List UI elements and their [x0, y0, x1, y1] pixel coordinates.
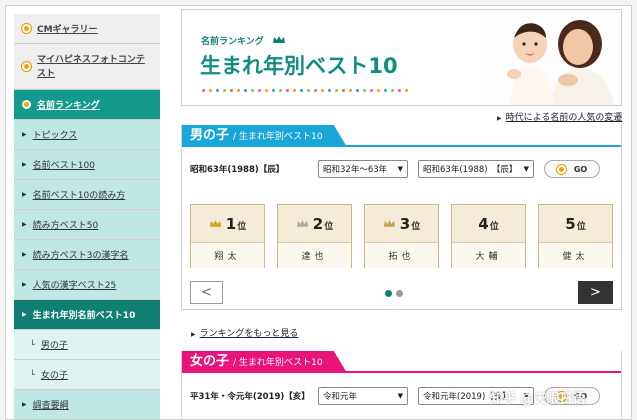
sidebar-item-best10-reading[interactable]: ▶ 名前ベスト10の読み方 [14, 180, 160, 210]
rank-name: 翔太 [191, 243, 264, 268]
banner-subtitle: 名前ランキング [201, 34, 286, 47]
corner-icon: └ [30, 370, 35, 379]
gold-crown-icon [209, 220, 221, 227]
rank-card[interactable]: 2位 達也 [277, 204, 352, 268]
more-ranking-link[interactable]: ▶ ランキングをもっと見る [191, 326, 298, 339]
carousel-pager [385, 290, 403, 297]
boy-ranking-section: 男の子 / 生まれ年別ベスト10 昭和63年(1988)【辰】 昭和32年～63… [181, 125, 622, 310]
hero-banner: 名前ランキング 生まれ年別ベスト10 [181, 9, 622, 106]
sidebar-item-topics[interactable]: ▶ トピックス [14, 120, 160, 150]
decorative-dots [202, 89, 408, 92]
page-frame: CMギャラリー マイハピネスフォトコンテスト 名前ランキング ▶ トピックス ▶… [5, 5, 632, 420]
sidebar-item-reading-best3-kanji[interactable]: ▶ 読み方ベスト3の漢字名 [14, 240, 160, 270]
bullet-icon [22, 62, 31, 71]
rank-name: 達也 [278, 243, 351, 268]
crown-icon [272, 36, 285, 43]
boy-era-select[interactable]: 昭和32年～63年 ▼ [318, 160, 408, 178]
sidebar: CMギャラリー マイハピネスフォトコンテスト 名前ランキング ▶ トピックス ▶… [14, 14, 160, 419]
next-arrow-button[interactable]: > [578, 281, 613, 304]
triangle-right-icon: ▶ [497, 115, 502, 122]
chevron-left-icon: < [201, 285, 212, 300]
rank-card[interactable]: 4位 大輔 [451, 204, 526, 268]
sidebar-item-survey[interactable]: ▶ 調査要綱 [14, 390, 160, 419]
main-content: 名前ランキング 生まれ年別ベスト10 ▶ 時代による名前の人気の変遷 男の子 /… [181, 6, 628, 419]
bronze-crown-icon [383, 220, 395, 227]
triangle-right-icon: ▶ [22, 131, 27, 138]
sidebar-item-best100[interactable]: ▶ 名前ベスト100 [14, 150, 160, 180]
pager-dot-active[interactable] [385, 290, 392, 297]
sidebar-item-photo-contest[interactable]: マイハピネスフォトコンテスト [14, 44, 160, 90]
sidebar-item-boy[interactable]: └ 男の子 [14, 330, 160, 360]
bullet-icon [556, 164, 566, 174]
triangle-right-icon: ▶ [22, 251, 27, 258]
girl-ranking-section: 女の子 / 生まれ年別ベスト10 平31年・令元年(2019)【亥】 令和元年 … [181, 351, 622, 419]
triangle-right-icon: ▶ [22, 401, 27, 408]
banner-title: 生まれ年別ベスト10 [200, 54, 398, 78]
triangle-right-icon: ▶ [22, 161, 27, 168]
era-trend-link[interactable]: ▶ 時代による名前の人気の変遷 [497, 110, 622, 123]
triangle-right-icon: ▶ [191, 331, 196, 338]
rank-card[interactable]: 3位 拓也 [364, 204, 439, 268]
sidebar-item-kanji-best25[interactable]: ▶ 人気の漢字ベスト25 [14, 270, 160, 300]
rank-name: 大輔 [452, 243, 525, 268]
watermark: 知乎 @天眼日语 [490, 392, 586, 407]
sidebar-item-girl[interactable]: └ 女の子 [14, 360, 160, 390]
boy-current-year: 昭和63年(1988)【辰】 [190, 165, 285, 175]
chevron-right-icon: > [590, 285, 601, 300]
rank-card[interactable]: 5位 健太 [538, 204, 613, 268]
sidebar-item-birth-year-best10[interactable]: ▶ 生まれ年別名前ベスト10 [14, 300, 160, 330]
triangle-right-icon: ▶ [22, 311, 27, 318]
chevron-down-icon: ▼ [397, 392, 403, 400]
chevron-down-icon: ▼ [397, 165, 403, 173]
rank-name: 健太 [539, 243, 612, 268]
girl-era-select[interactable]: 令和元年 ▼ [318, 387, 408, 405]
chevron-down-icon: ▼ [523, 165, 529, 173]
corner-icon: └ [30, 340, 35, 349]
boy-year-filter: 昭和63年(1988)【辰】 昭和32年～63年 ▼ 昭和63年(1988) 【… [182, 156, 621, 182]
triangle-right-icon: ▶ [22, 191, 27, 198]
rank-card[interactable]: 1位 翔太 [190, 204, 265, 268]
boy-section-header: 男の子 / 生まれ年別ベスト10 [182, 125, 347, 147]
boy-go-button[interactable]: GO [544, 160, 600, 178]
silver-crown-icon [296, 220, 308, 227]
rank-name: 拓也 [365, 243, 438, 268]
bullet-icon [22, 100, 31, 109]
sidebar-item-reading-best50[interactable]: ▶ 読み方ベスト50 [14, 210, 160, 240]
bullet-icon [22, 24, 31, 33]
boy-rank-cards: 1位 翔太 2位 達也 3位 拓也 4 位 大輔 5 位 健太 [190, 204, 613, 268]
triangle-right-icon: ▶ [22, 221, 27, 228]
girl-section-header: 女の子 / 生まれ年別ベスト10 [182, 351, 347, 373]
mother-baby-photo [480, 10, 621, 105]
girl-current-year: 平31年・令元年(2019)【亥】 [190, 392, 310, 402]
boy-year-select[interactable]: 昭和63年(1988) 【辰】 ▼ [418, 160, 534, 178]
sidebar-item-name-ranking[interactable]: 名前ランキング [14, 90, 160, 120]
pager-dot[interactable] [396, 290, 403, 297]
sidebar-item-cm-gallery[interactable]: CMギャラリー [14, 14, 160, 44]
prev-arrow-button[interactable]: < [190, 281, 223, 304]
triangle-right-icon: ▶ [22, 281, 27, 288]
